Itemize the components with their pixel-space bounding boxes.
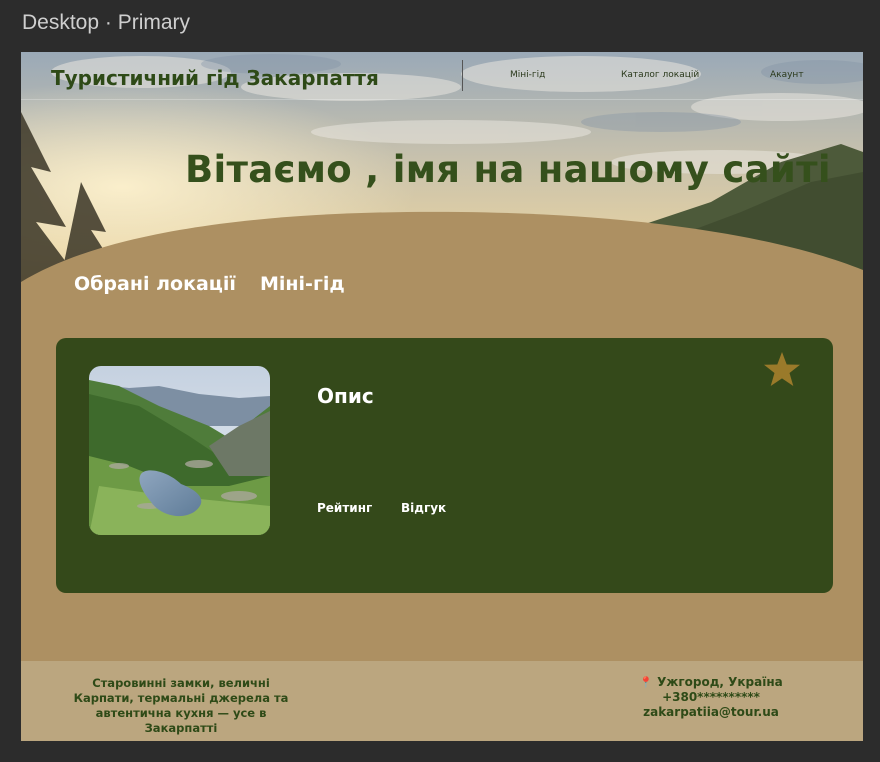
location-photo[interactable] xyxy=(89,366,270,535)
nav-divider xyxy=(462,60,463,91)
nav-mini-guide[interactable]: Міні-гід xyxy=(510,70,545,80)
tab-favorite-locations[interactable]: Обрані локації xyxy=(74,273,236,295)
hero-title: Вітаємо , імя на нашому сайті xyxy=(185,148,831,191)
footer-location: 📍 Ужгород, Україна xyxy=(621,675,801,690)
site-brand[interactable]: Туристичний гід Закарпаття xyxy=(51,66,379,90)
footer-phone[interactable]: +380********** xyxy=(621,690,801,705)
top-navigation: Туристичний гід Закарпаття Міні-гід Ката… xyxy=(21,52,863,100)
map-pin-icon: 📍 xyxy=(639,676,653,689)
card-title: Опис xyxy=(317,384,374,408)
footer-location-text: Ужгород, Україна xyxy=(657,675,783,689)
footer-email[interactable]: zakarpatiia@tour.ua xyxy=(621,705,801,720)
desktop-frame: Туристичний гід Закарпаття Міні-гід Ката… xyxy=(21,52,863,741)
site-footer: Старовинні замки, величні Карпати, терма… xyxy=(21,661,863,741)
review-link[interactable]: Відгук xyxy=(401,501,446,515)
rating-link[interactable]: Рейтинг xyxy=(317,501,372,515)
star-icon[interactable] xyxy=(762,350,802,390)
nav-location-catalog[interactable]: Каталог локацій xyxy=(621,70,699,80)
nav-account[interactable]: Акаунт xyxy=(770,70,804,80)
location-card: Опис Рейтинг Відгук xyxy=(56,338,833,593)
tab-mini-guide[interactable]: Міні-гід xyxy=(260,273,345,295)
footer-contacts: 📍 Ужгород, Україна +380********** zakarp… xyxy=(621,675,801,720)
footer-tagline: Старовинні замки, величні Карпати, терма… xyxy=(73,676,289,735)
frame-label: Desktop · Primary xyxy=(22,11,191,34)
